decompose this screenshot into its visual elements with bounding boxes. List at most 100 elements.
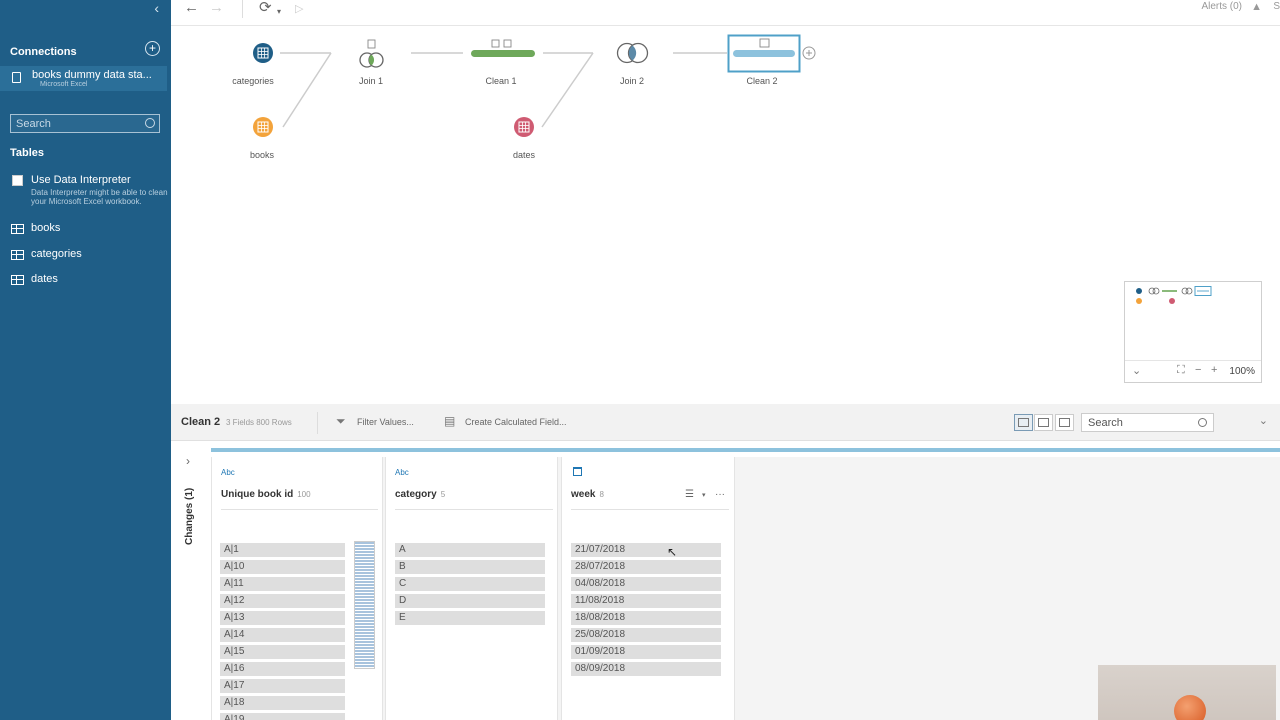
node-join-1[interactable]	[359, 39, 384, 68]
value-row[interactable]: 08/09/2018	[571, 662, 721, 676]
card-divider	[221, 509, 378, 510]
field-card-unique-book-id[interactable]: Abc Unique book id 100 A|1 A|10 A|11 A|12…	[211, 457, 383, 720]
value-row[interactable]: 01/09/2018	[571, 645, 721, 659]
connections-title: Connections	[10, 46, 77, 58]
toolbar-divider	[242, 0, 243, 18]
value-row[interactable]: A|18	[220, 696, 345, 710]
data-interpreter-checkbox[interactable]	[12, 175, 23, 186]
add-step-icon[interactable]	[802, 46, 816, 60]
toolbar-divider	[317, 412, 318, 434]
table-name: categories	[31, 248, 82, 260]
string-type-icon[interactable]: Abc	[395, 468, 409, 477]
value-row[interactable]: 28/07/2018	[571, 560, 721, 574]
calculated-field-icon: ▤	[444, 414, 456, 428]
grid-view-icon	[1038, 418, 1049, 427]
field-name[interactable]: week 8	[571, 489, 604, 500]
node-label-clean-2: Clean 2	[746, 76, 778, 86]
table-icon	[11, 250, 24, 260]
node-books[interactable]	[253, 117, 273, 137]
field-search-input[interactable]: Search	[1081, 413, 1214, 432]
data-interpreter-label[interactable]: Use Data Interpreter	[31, 174, 131, 186]
step-meta: 3 Fields 800 Rows	[226, 418, 292, 427]
table-search-input[interactable]: Search	[10, 114, 160, 133]
forward-icon[interactable]: →	[209, 0, 224, 16]
refresh-icon[interactable]: ⟳	[259, 0, 272, 16]
grid-view-button[interactable]	[1034, 414, 1053, 431]
value-row[interactable]: C	[395, 577, 545, 591]
sort-icon[interactable]: ☰	[685, 489, 694, 500]
zoom-in-icon[interactable]: +	[1211, 364, 1217, 376]
chevron-down-icon[interactable]: ⌄	[1259, 414, 1268, 427]
node-join-2[interactable]	[616, 42, 649, 64]
value-row[interactable]: 25/08/2018	[571, 628, 721, 642]
value-row[interactable]: A|12	[220, 594, 345, 608]
filter-values-button[interactable]: Filter Values...	[357, 417, 414, 427]
value-row[interactable]: A|14	[220, 628, 345, 642]
more-options-icon[interactable]: ···	[715, 489, 725, 500]
value-row[interactable]: 18/08/2018	[571, 611, 721, 625]
flow-canvas[interactable]: categories books Join 1 Clean 1 dates Jo…	[171, 26, 1280, 404]
value-row[interactable]: A|10	[220, 560, 345, 574]
connection-item[interactable]: books dummy data sta... Microsoft Excel	[0, 66, 167, 91]
node-label-join-2: Join 2	[619, 76, 645, 86]
value-row[interactable]: A|19	[220, 713, 345, 720]
alerts-button[interactable]: Alerts (0)	[1201, 1, 1242, 12]
field-name[interactable]: category 5	[395, 489, 445, 500]
field-name[interactable]: Unique book id 100	[221, 489, 311, 500]
collapse-sidebar-icon[interactable]: ‹	[154, 0, 159, 16]
minimap-preview	[1136, 286, 1212, 304]
date-type-icon[interactable]	[573, 467, 582, 476]
field-card-category[interactable]: Abc category 5 A B C D E	[385, 457, 558, 720]
value-row[interactable]: A|1	[220, 543, 345, 557]
string-type-icon[interactable]: Abc	[221, 468, 235, 477]
table-name: dates	[31, 273, 58, 285]
node-clean-2[interactable]	[727, 34, 801, 73]
value-row[interactable]: D	[395, 594, 545, 608]
value-row[interactable]: 11/08/2018	[571, 594, 721, 608]
field-name-text: week	[571, 489, 596, 500]
file-icon	[12, 72, 21, 83]
value-row[interactable]: 21/07/2018	[571, 543, 721, 557]
value-row[interactable]: A|17	[220, 679, 345, 693]
chevron-down-icon[interactable]: ⌄	[1132, 364, 1141, 377]
add-connection-icon[interactable]: +	[145, 41, 160, 56]
overview-scrollbar[interactable]	[354, 541, 375, 669]
toolbar-fragment: S	[1273, 1, 1280, 12]
changes-label[interactable]: Changes (1)	[184, 488, 195, 545]
refresh-dropdown-icon[interactable]: ▾	[277, 4, 281, 20]
sidebar-table-books[interactable]: books	[11, 222, 161, 238]
value-row[interactable]: A	[395, 543, 545, 557]
search-icon	[145, 118, 155, 128]
zoom-level: 100%	[1229, 366, 1255, 377]
field-name-text: Unique book id	[221, 489, 294, 500]
list-view-button[interactable]	[1055, 414, 1074, 431]
node-categories[interactable]	[253, 43, 273, 63]
zoom-out-icon[interactable]: −	[1195, 364, 1201, 376]
card-divider	[395, 509, 553, 510]
node-clean-1[interactable]	[471, 39, 535, 57]
value-row[interactable]: A|16	[220, 662, 345, 676]
value-row[interactable]: B	[395, 560, 545, 574]
sidebar-table-categories[interactable]: categories	[11, 248, 161, 264]
value-row[interactable]: A|15	[220, 645, 345, 659]
sidebar-table-dates[interactable]: dates	[11, 273, 161, 289]
profile-view-button[interactable]	[1014, 414, 1033, 431]
back-icon[interactable]: ←	[184, 0, 199, 16]
value-row[interactable]: A|11	[220, 577, 345, 591]
node-label-join-1: Join 1	[358, 76, 384, 86]
run-icon[interactable]: ▷	[295, 1, 303, 17]
value-row[interactable]: A|13	[220, 611, 345, 625]
step-name: Clean 2	[181, 416, 221, 428]
warning-icon[interactable]: ▲	[1251, 1, 1262, 13]
field-card-week[interactable]: week 8 ☰ ▾ ··· 21/07/2018 28/07/2018 04/0…	[561, 457, 735, 720]
expand-changes-icon[interactable]: ›	[186, 454, 190, 468]
data-interpreter-description: Data Interpreter might be able to clean …	[31, 188, 168, 206]
fit-to-screen-icon[interactable]: ⛶	[1177, 364, 1185, 377]
value-row[interactable]: 04/08/2018	[571, 577, 721, 591]
field-name-text: category	[395, 489, 437, 500]
sort-dropdown-icon[interactable]: ▾	[702, 491, 706, 499]
flow-minimap[interactable]: ⌄ ⛶ − + 100%	[1124, 281, 1262, 383]
node-dates[interactable]	[514, 117, 534, 137]
create-calculated-field-button[interactable]: Create Calculated Field...	[465, 417, 567, 427]
value-row[interactable]: E	[395, 611, 545, 625]
